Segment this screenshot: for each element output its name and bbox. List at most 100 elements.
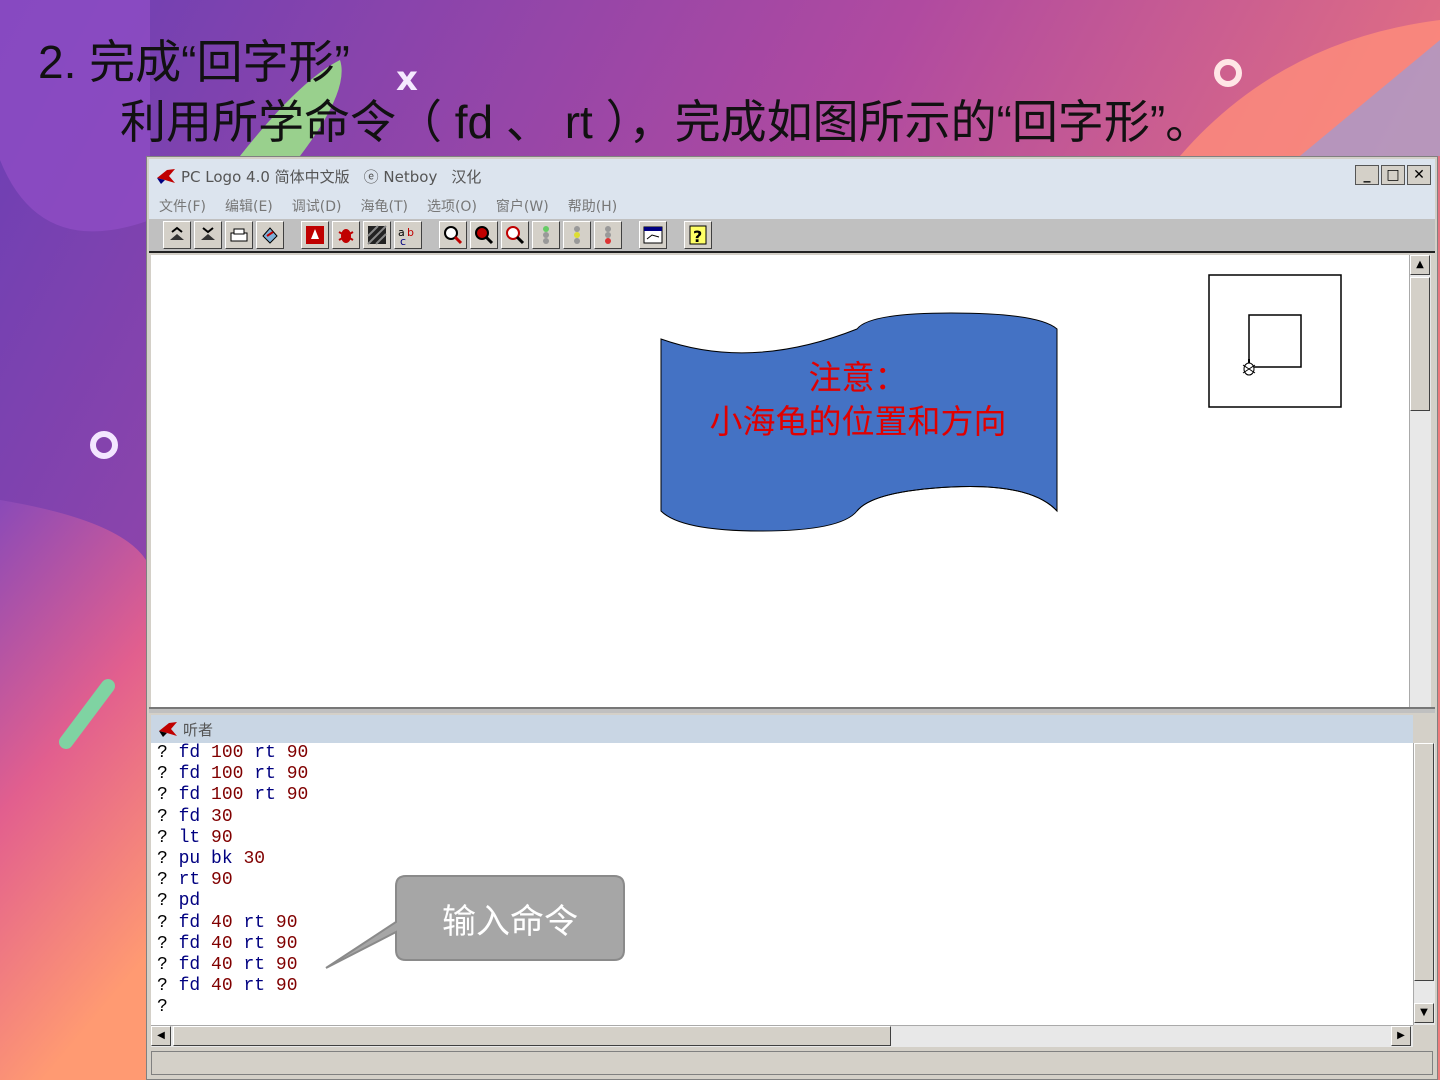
canvas-vertical-scrollbar[interactable]: ▲	[1409, 255, 1431, 707]
save-button[interactable]	[194, 221, 222, 249]
console-number: 90	[275, 976, 298, 997]
callout-text: 输入命令	[442, 901, 578, 942]
print-button[interactable]	[225, 221, 253, 249]
console-command: rt	[254, 785, 276, 806]
menu-turtle[interactable]: 海龟(T)	[360, 196, 407, 216]
console-number: 90	[286, 743, 309, 763]
menu-file[interactable]: 文件(F)	[159, 196, 206, 216]
console-horizontal-scrollbar[interactable]: ◀ ▶	[151, 1025, 1413, 1047]
console-number: 90	[211, 827, 233, 848]
screen-icon	[643, 226, 663, 244]
console-line: ? rt 90	[151, 870, 1413, 891]
slide-instruction: 利用所学命令（ fd 、 rt ），完成如图所示的“回字形”。	[120, 96, 1212, 148]
menu-bar: 文件(F) 编辑(E) 调试(D) 海龟(T) 选项(O) 窗户(W) 帮助(H…	[149, 193, 1435, 219]
zoom-in-icon	[444, 226, 463, 245]
console-line: ? fd 100 rt 90	[151, 785, 1413, 806]
edit-icon	[262, 227, 278, 244]
traffic-light-icon	[543, 226, 549, 244]
canvas-drawing	[660, 274, 1342, 532]
console-line: ? pd	[151, 891, 1413, 912]
console-command: rt	[178, 870, 201, 891]
edit-button[interactable]	[256, 221, 284, 249]
menu-help[interactable]: 帮助(H)	[568, 196, 617, 216]
zoom-reset-icon	[506, 226, 525, 245]
svg-text:b: b	[407, 226, 414, 239]
h-scroll-thumb[interactable]	[173, 1026, 891, 1046]
turtle-icon	[1242, 359, 1256, 376]
maximize-button[interactable]: □	[1381, 165, 1405, 185]
console-command: pd	[178, 891, 201, 912]
window-title-credit: ⓔ Netboy	[363, 167, 438, 186]
bug-button[interactable]	[332, 221, 360, 249]
font-icon: a bc	[398, 226, 414, 246]
window-title-app: PC Logo 4.0 简体中文版	[181, 167, 350, 186]
console-number: 40	[211, 933, 233, 954]
console-command: fd	[178, 954, 201, 975]
console-command: rt	[243, 912, 266, 933]
pane-splitter[interactable]	[149, 707, 1435, 713]
window-titlebar[interactable]: PC Logo 4.0 简体中文版 ⓔ Netboy 汉化 _ □ ✕	[149, 159, 1435, 193]
console-number: 100	[211, 764, 244, 785]
console-line: ? fd 40 rt 90	[151, 913, 1413, 934]
run-button[interactable]	[532, 221, 560, 249]
console-prompt: ?	[157, 764, 168, 785]
console-vertical-scrollbar[interactable]: ▼	[1413, 743, 1435, 1025]
console-prompt: ?	[157, 827, 168, 848]
toolbar: abc ?	[149, 219, 1435, 253]
zoom-out-icon	[475, 226, 494, 245]
console-command: lt	[178, 827, 201, 848]
console-line: ? fd 40 rt 90	[151, 955, 1413, 976]
console-prompt: ?	[157, 976, 168, 997]
console-command: bk	[211, 848, 233, 869]
console-scroll-down-button[interactable]: ▼	[1414, 1003, 1434, 1023]
console-command: fd	[178, 764, 201, 785]
menu-window[interactable]: 窗户(W)	[496, 196, 549, 216]
console-scroll-thumb[interactable]	[1414, 743, 1434, 981]
console-number: 90	[275, 954, 298, 975]
listener-titlebar: 听者	[151, 715, 1413, 743]
pause-button[interactable]	[563, 221, 591, 249]
listener-console[interactable]: ? fd 100 rt 90? fd 100 rt 90 ? fd 100 rt …	[151, 743, 1413, 1025]
menu-edit[interactable]: 编辑(E)	[225, 196, 273, 216]
console-command: fd	[178, 912, 201, 933]
console-command: rt	[254, 743, 276, 763]
console-command: fd	[178, 976, 201, 997]
console-line: ?	[151, 997, 1413, 1018]
listener-icon	[159, 722, 177, 737]
menu-options[interactable]: 选项(O)	[427, 196, 477, 216]
close-button[interactable]: ✕	[1407, 165, 1431, 185]
zoom-in-button[interactable]	[439, 221, 467, 249]
zoom-reset-button[interactable]	[501, 221, 529, 249]
console-number: 100	[211, 785, 244, 806]
console-number: 40	[211, 954, 233, 975]
console-prompt: ?	[157, 848, 168, 869]
stop-button[interactable]	[594, 221, 622, 249]
inner-square	[1248, 314, 1302, 368]
scroll-right-button[interactable]: ▶	[1391, 1026, 1411, 1046]
bug-icon	[338, 229, 354, 243]
window-title-localized: 汉化	[451, 167, 482, 186]
turtle-canvas[interactable]: ▲	[151, 255, 1431, 707]
console-command: fd	[178, 806, 201, 827]
scroll-left-button[interactable]: ◀	[151, 1026, 171, 1046]
console-number: 90	[275, 933, 298, 954]
console-number: 90	[211, 870, 233, 891]
load-button[interactable]	[163, 221, 191, 249]
console-prompt: ?	[157, 870, 168, 891]
svg-text:x: x	[396, 59, 418, 99]
minimize-button[interactable]: _	[1355, 165, 1379, 185]
console-prompt: ?	[157, 933, 168, 954]
save-icon	[201, 227, 215, 240]
outer-square	[1208, 274, 1342, 408]
menu-debug[interactable]: 调试(D)	[292, 196, 342, 216]
font-button[interactable]: abc	[394, 221, 422, 249]
scroll-thumb[interactable]	[1410, 277, 1430, 411]
zoom-out-button[interactable]	[470, 221, 498, 249]
turtle-button[interactable]	[301, 221, 329, 249]
help-button[interactable]: ?	[684, 221, 712, 249]
scroll-up-button[interactable]: ▲	[1410, 255, 1430, 275]
turtle-icon	[306, 226, 324, 244]
pattern-button[interactable]	[363, 221, 391, 249]
screen-button[interactable]	[639, 221, 667, 249]
status-bar	[151, 1051, 1433, 1075]
